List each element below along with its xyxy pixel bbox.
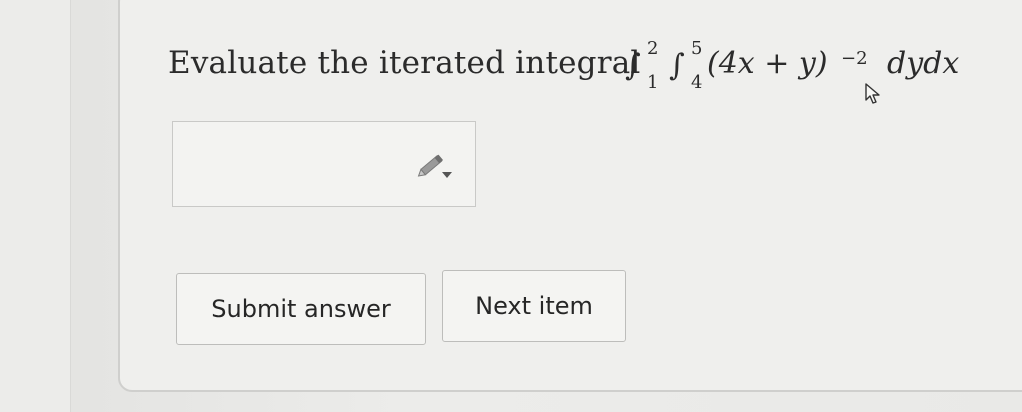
mouse-cursor-icon (865, 83, 880, 104)
integrand: (4x + y) (707, 46, 828, 81)
differentials: dydx (887, 46, 960, 81)
page: Evaluate the iterated integral ∫ 2 1 ∫ 5… (0, 0, 1022, 412)
outer-integral-sign: ∫ (625, 48, 641, 83)
outer-lower-limit: 1 (647, 72, 659, 93)
inner-upper-limit: 5 (691, 38, 703, 59)
submit-answer-button[interactable]: Submit answer (176, 273, 426, 345)
next-item-button[interactable]: Next item (442, 270, 626, 342)
inner-lower-limit: 4 (691, 72, 703, 93)
inner-integral-sign: ∫ (669, 48, 685, 83)
pencil-dropdown-icon[interactable] (416, 148, 456, 182)
exponent: −2 (841, 48, 868, 69)
outer-upper-limit: 2 (647, 38, 659, 59)
left-panel (0, 0, 71, 412)
question-prompt: Evaluate the iterated integral (168, 45, 641, 81)
